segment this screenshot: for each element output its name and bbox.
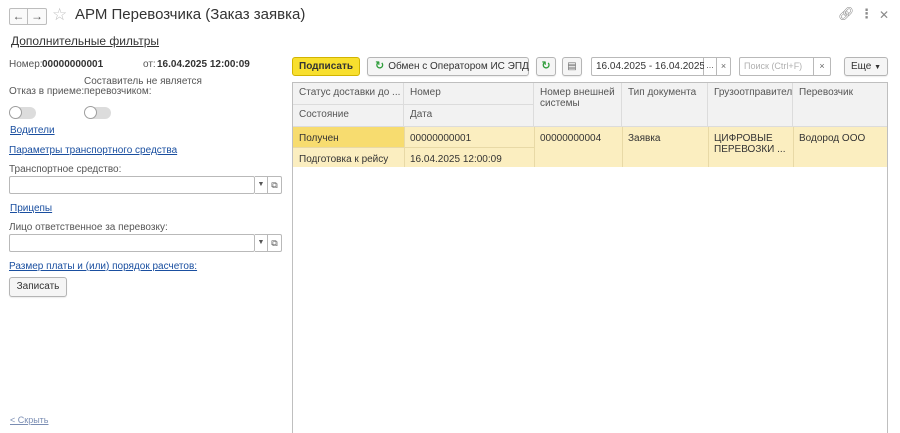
left-panel: Номер: 00000000001 от: 16.04.2025 12:00:… <box>0 56 288 433</box>
cell-state[interactable]: Подготовка к рейсу <box>293 150 404 169</box>
save-button[interactable]: Записать <box>9 277 67 297</box>
more-vertical-icon[interactable]: ⋮ <box>860 6 873 22</box>
vehicle-params-link[interactable]: Параметры транспортного средства <box>9 145 177 156</box>
refresh-icon: ↻ <box>541 60 551 72</box>
header-carrier[interactable]: Перевозчик <box>793 83 887 127</box>
refresh-button[interactable]: ↻ <box>536 57 556 76</box>
toggle-knob <box>84 106 97 119</box>
toggle-knob <box>9 106 22 119</box>
title-bar: ← → ☆ АРМ Перевозчика (Заказ заявка) 🔗︎ … <box>0 0 900 30</box>
cell-date[interactable]: 16.04.2025 12:00:09 <box>404 150 534 169</box>
responsible-dropdown-icon[interactable]: ▼ <box>255 234 268 252</box>
number-label: Номер: <box>9 59 43 70</box>
close-icon[interactable]: ✕ <box>879 8 889 22</box>
exchange-button-label: Обмен с Оператором ИС ЭПД <box>388 61 529 72</box>
header-delivery-status[interactable]: Статус доставки до ... <box>293 83 404 105</box>
more-button[interactable]: Еще ▼ <box>844 57 888 76</box>
responsible-input[interactable] <box>9 234 255 252</box>
refusal-label: Отказ в приеме: <box>9 86 85 97</box>
vehicle-open-icon[interactable]: ⧉ <box>268 176 282 194</box>
refusal-toggle[interactable] <box>9 106 36 119</box>
hide-panel-link[interactable]: < Скрыть <box>10 415 48 425</box>
vehicle-input[interactable] <box>9 176 255 194</box>
report-button[interactable]: ▤ <box>562 57 582 76</box>
responsible-open-icon[interactable]: ⧉ <box>268 234 282 252</box>
more-button-label: Еще <box>850 61 872 72</box>
cell-carrier[interactable]: Водород ООО <box>793 129 887 148</box>
trailers-link[interactable]: Прицепы <box>10 203 52 214</box>
back-arrow-icon[interactable]: ← <box>9 8 28 25</box>
date-value: 16.04.2025 12:00:09 <box>157 59 250 70</box>
number-value: 00000000001 <box>42 59 104 70</box>
header-state[interactable]: Состояние <box>293 105 404 127</box>
period-select-button[interactable]: ... <box>704 57 717 76</box>
exchange-button[interactable]: ↻ Обмен с Оператором ИС ЭПД <box>367 57 529 76</box>
compiler-label: Составитель не является перевозчиком: <box>84 76 202 97</box>
compiler-toggle[interactable] <box>84 106 111 119</box>
header-number[interactable]: Номер <box>404 83 534 105</box>
date-label: от: <box>143 59 156 70</box>
header-date[interactable]: Дата <box>404 105 534 127</box>
search-clear-icon[interactable]: × <box>814 57 831 76</box>
cell-doc-type[interactable]: Заявка <box>622 129 708 148</box>
payment-link[interactable]: Размер платы и (или) порядок расчетов: <box>9 261 197 272</box>
cell-shipper[interactable]: ЦИФРОВЫЕ ПЕРЕВОЗКИ ... <box>708 129 793 159</box>
forward-arrow-icon[interactable]: → <box>28 8 47 25</box>
vehicle-dropdown-icon[interactable]: ▼ <box>255 176 268 194</box>
sign-button[interactable]: Подписать <box>292 57 360 76</box>
period-field[interactable]: 16.04.2025 - 16.04.2025 <box>591 57 705 76</box>
cell-external-number[interactable]: 00000000004 <box>534 129 622 148</box>
search-input[interactable]: Поиск (Ctrl+F) <box>739 57 814 76</box>
refresh-icon: ↻ <box>375 60 385 72</box>
header-shipper[interactable]: Грузоотправитель <box>708 83 793 127</box>
extra-filters-link[interactable]: Дополнительные фильтры <box>11 34 159 48</box>
document-list-icon: ▤ <box>567 61 577 72</box>
header-doc-type[interactable]: Тип документа <box>622 83 708 127</box>
chevron-down-icon: ▼ <box>874 64 882 71</box>
star-icon[interactable]: ☆ <box>52 6 67 23</box>
header-external-number[interactable]: Номер внешней системы <box>534 83 622 127</box>
cell-status[interactable]: Получен <box>293 129 404 148</box>
drivers-link[interactable]: Водители <box>10 125 55 136</box>
responsible-label: Лицо ответственное за перевозку: <box>9 222 168 233</box>
period-clear-icon[interactable]: × <box>717 57 731 76</box>
window-title: АРМ Перевозчика (Заказ заявка) <box>75 6 306 23</box>
documents-table: Статус доставки до ... Номер Номер внешн… <box>292 82 888 433</box>
cell-number[interactable]: 00000000001 <box>404 129 534 148</box>
link-icon[interactable]: 🔗︎ <box>838 6 855 22</box>
vehicle-label: Транспортное средство: <box>9 164 122 175</box>
